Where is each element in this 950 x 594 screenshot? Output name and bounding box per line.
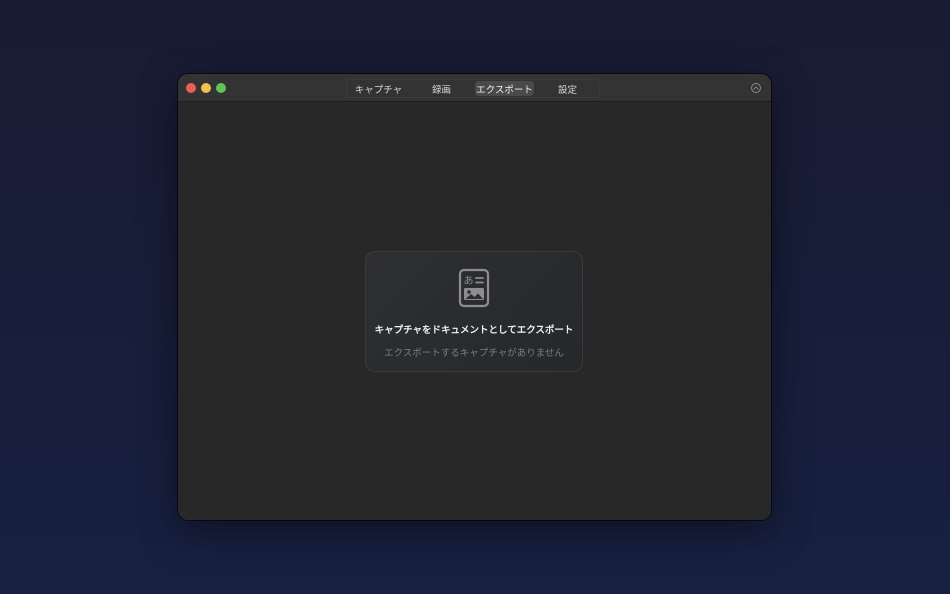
tab-recording-label: 録画 [431,84,451,96]
tab-capture-label: キャプチャ [354,84,403,96]
tab-recording[interactable]: 録画 [412,81,471,96]
export-card-title: キャプチャをドキュメントとしてエクスポート [374,325,574,336]
document-icon-glyph: あ [464,275,474,287]
tab-export-label: エクスポート [476,84,533,96]
app-window: キャプチャ 録画 エクスポート 設定 あ キャプチャをドキュメントとしてエクスポ… [178,74,771,520]
export-empty-message: エクスポートするキャプチャがありません [384,348,564,359]
document-text-image-icon: あ [458,268,490,308]
tab-settings-label: 設定 [557,84,577,96]
empty-export-card: あ キャプチャをドキュメントとしてエクスポート エクスポートするキャプチャがあり… [365,251,583,372]
chevron-up-glyph [753,86,759,90]
export-content-area: あ キャプチャをドキュメントとしてエクスポート エクスポートするキャプチャがあり… [178,102,771,520]
chevron-up-circle-icon[interactable] [751,83,761,93]
tab-settings[interactable]: 設定 [538,81,597,96]
mode-tab-bar: キャプチャ 録画 エクスポート 設定 [346,79,600,98]
close-window-button[interactable] [186,83,196,93]
tab-capture[interactable]: キャプチャ [349,81,408,96]
zoom-window-button[interactable] [216,83,226,93]
minimize-window-button[interactable] [201,83,211,93]
title-bar[interactable]: キャプチャ 録画 エクスポート 設定 [178,74,771,102]
tab-export[interactable]: エクスポート [475,81,534,96]
